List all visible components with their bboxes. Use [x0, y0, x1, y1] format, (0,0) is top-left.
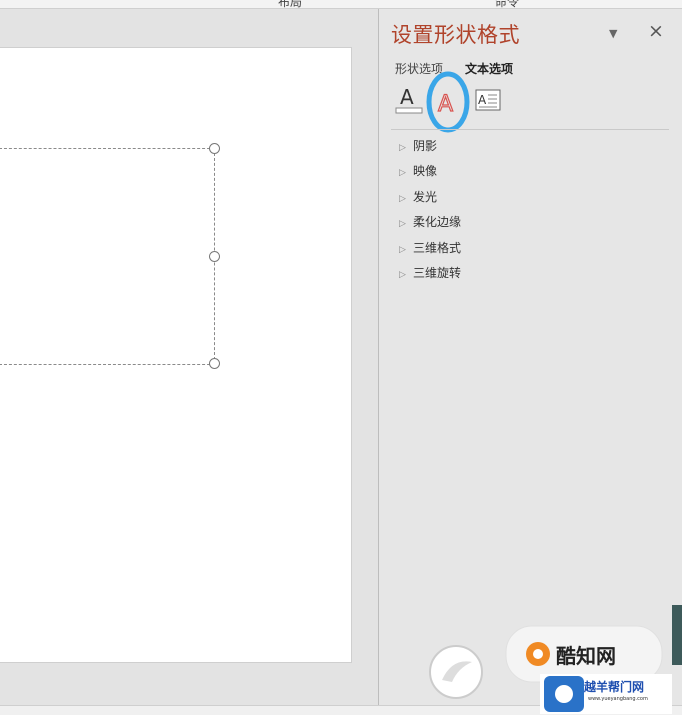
resize-handle-bottom-right[interactable] — [209, 358, 220, 369]
pane-close-button[interactable]: × — [648, 20, 664, 42]
selected-textbox-shape[interactable] — [0, 148, 215, 365]
watermark-url: www.yueyangbang.com — [588, 696, 648, 702]
resize-handle-top-right[interactable] — [209, 143, 220, 154]
ribbon-bottom-edge: 布局 命令 — [0, 0, 682, 9]
textbox-icon[interactable]: A — [475, 89, 501, 115]
svg-text:A: A — [400, 85, 414, 109]
format-shape-pane: 设置形状格式 ▼ × 形状选项 文本选项 A A A ▷ 阴影 ▷ 映像 ▷ 发… — [379, 9, 682, 705]
watermark-sub: 越羊帮门网 — [584, 680, 645, 694]
expand-triangle-icon: ▷ — [399, 143, 406, 153]
svg-text:A: A — [478, 93, 487, 107]
pane-rule — [391, 129, 669, 130]
section-3d-rotation[interactable]: ▷ 三维旋转 — [399, 264, 461, 281]
section-glow[interactable]: ▷ 发光 — [399, 188, 437, 205]
resize-handle-right[interactable] — [209, 251, 220, 262]
pane-title: 设置形状格式 — [391, 23, 520, 47]
section-3d-format[interactable]: ▷ 三维格式 — [399, 239, 461, 256]
text-effects-icon[interactable]: A — [424, 69, 474, 143]
watermark-brand: 酷知网 — [556, 644, 616, 668]
expand-triangle-icon: ▷ — [399, 270, 406, 280]
section-reflection[interactable]: ▷ 映像 — [399, 162, 437, 179]
section-shadow[interactable]: ▷ 阴影 — [399, 137, 437, 154]
slide[interactable] — [0, 47, 352, 663]
text-fill-outline-icon[interactable]: A — [395, 85, 423, 119]
expand-triangle-icon: ▷ — [399, 194, 406, 204]
svg-text:A: A — [438, 92, 453, 117]
watermark: 酷知网 越羊帮门网 www.yueyangbang.com — [428, 618, 682, 714]
expand-triangle-icon: ▷ — [399, 168, 406, 178]
expand-triangle-icon: ▷ — [399, 245, 406, 255]
pane-options-dropdown[interactable]: ▼ — [609, 27, 617, 40]
expand-triangle-icon: ▷ — [399, 219, 406, 229]
section-soft-edges[interactable]: ▷ 柔化边缘 — [399, 213, 461, 230]
slide-canvas-area — [0, 9, 378, 705]
